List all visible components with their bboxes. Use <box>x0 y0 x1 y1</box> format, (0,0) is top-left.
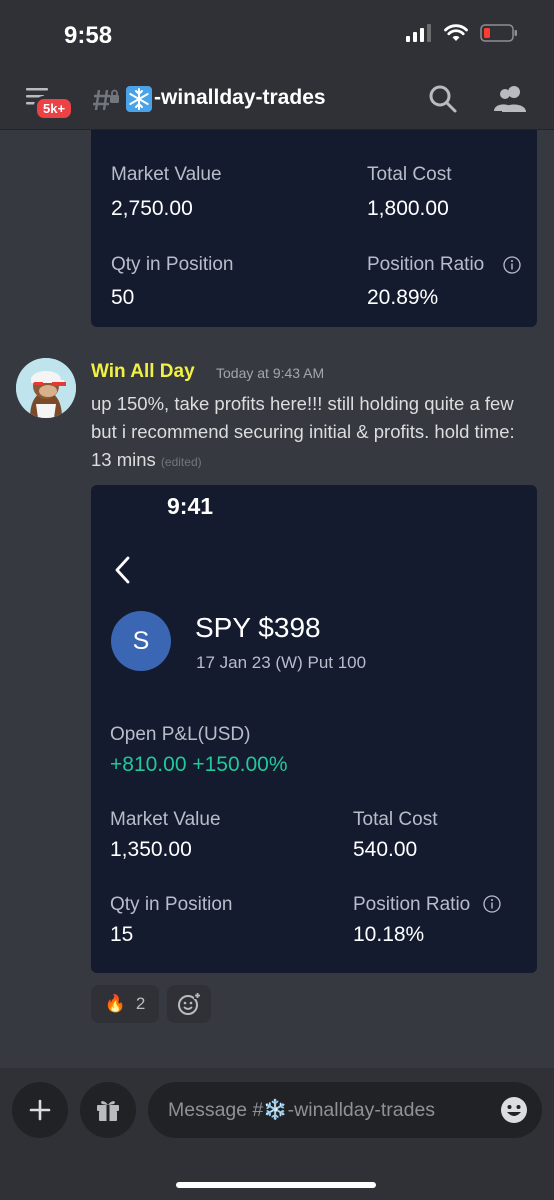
info-icon <box>483 895 501 913</box>
home-indicator <box>176 1182 376 1188</box>
market-value-label: Market Value <box>110 809 221 830</box>
contract-details: 17 Jan 23 (W) Put 100 <box>196 653 367 672</box>
total-cost: 540.00 <box>353 838 418 861</box>
fire-emoji: 🔥 <box>104 994 126 1013</box>
reaction-fire[interactable]: 🔥 2 <box>91 985 159 1023</box>
message-text: up 150%, take profits here!!! still hold… <box>91 390 531 476</box>
status-icons <box>406 24 518 42</box>
menu-button[interactable]: 5k+ <box>22 86 75 121</box>
add-attachment-button[interactable] <box>12 1082 68 1138</box>
total-cost: 1,800.00 <box>367 197 449 220</box>
status-bar: 9:58 <box>0 0 554 70</box>
locked-channel-icon <box>93 89 119 111</box>
avatar[interactable] <box>16 358 76 418</box>
gift-button[interactable] <box>80 1082 136 1138</box>
wifi-icon <box>444 24 468 41</box>
message-input[interactable]: Message #❄️-winallday-trades <box>148 1082 542 1138</box>
plus-icon <box>29 1099 51 1121</box>
notification-badge: 5k+ <box>34 96 75 121</box>
qty-value: 50 <box>111 286 135 309</box>
market-value: 2,750.00 <box>111 197 193 220</box>
channel-header: 5k+ -winallday-trades <box>0 70 554 130</box>
reaction-count: 2 <box>135 994 146 1013</box>
members-icon[interactable] <box>494 84 526 114</box>
ticker-avatar-letter: S <box>132 626 150 655</box>
message-composer: Message #❄️-winallday-trades <box>0 1068 554 1200</box>
ape-avatar-icon <box>16 358 76 418</box>
position-ratio: 10.18% <box>353 923 425 946</box>
info-icon <box>503 256 521 274</box>
message-timestamp: Today at 9:43 AM <box>216 365 325 381</box>
status-time: 9:58 <box>64 22 113 49</box>
pnl-label: Open P&L(USD) <box>110 724 251 745</box>
position-card-previous[interactable]: Market Value 2,750.00 Total Cost 1,800.0… <box>91 130 537 327</box>
emoji-picker-icon[interactable] <box>500 1096 528 1124</box>
gift-icon <box>97 1101 119 1121</box>
message-placeholder: Message #❄️-winallday-trades <box>168 1099 436 1121</box>
channel-name[interactable]: -winallday-trades <box>154 86 326 110</box>
card-time: 9:41 <box>167 493 214 519</box>
position-ratio: 20.89% <box>367 286 439 309</box>
total-cost-label: Total Cost <box>367 164 452 185</box>
message-author[interactable]: Win All Day <box>91 361 195 383</box>
pnl-value: +810.00 +150.00% <box>110 753 288 776</box>
edited-label: (edited) <box>160 455 202 469</box>
signal-icon <box>406 24 431 42</box>
qty-label: Qty in Position <box>111 254 234 275</box>
battery-icon <box>480 24 517 42</box>
total-cost-label: Total Cost <box>353 809 438 830</box>
back-chevron-icon <box>115 556 130 584</box>
ticker-avatar: S <box>111 611 171 671</box>
market-value-label: Market Value <box>111 164 222 185</box>
ticker-symbol: SPY $398 <box>195 612 321 643</box>
position-card-attachment[interactable]: 9:41 S SPY $398 17 Jan 23 (W) Put 100 Op… <box>91 485 537 973</box>
search-icon[interactable] <box>428 84 458 114</box>
market-value: 1,350.00 <box>110 838 192 861</box>
qty-value: 15 <box>110 923 134 946</box>
message-body: up 150%, take profits here!!! still hold… <box>91 393 515 470</box>
add-reaction-button[interactable] <box>167 985 211 1023</box>
qty-label: Qty in Position <box>110 894 233 915</box>
position-ratio-label: Position Ratio <box>367 254 485 275</box>
position-ratio-label: Position Ratio <box>353 894 471 915</box>
add-emoji-icon <box>178 992 201 1015</box>
snowflake-icon <box>126 86 152 112</box>
